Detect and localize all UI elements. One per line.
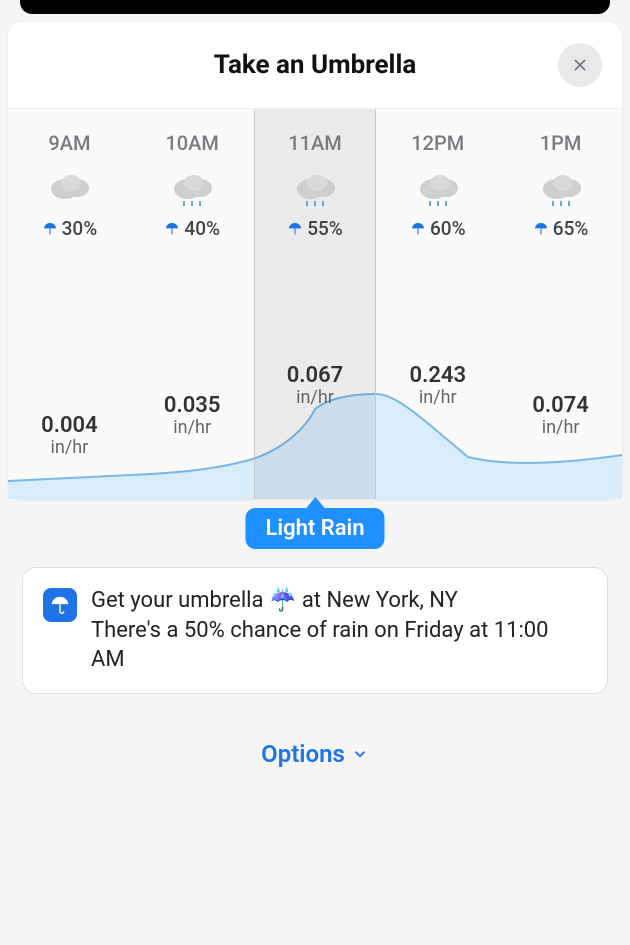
notification-preview[interactable]: Get your umbrella ☔ at New York, NY Ther… xyxy=(22,567,608,694)
precip-probability: 40% xyxy=(131,217,254,240)
cloud-rain-icon xyxy=(289,171,341,207)
notification-line1b: at New York, NY xyxy=(296,588,458,613)
close-button[interactable] xyxy=(558,43,602,87)
options-button[interactable]: Options xyxy=(0,740,630,768)
hour-column[interactable]: 1PM 65% xyxy=(499,109,622,499)
hour-label: 12PM xyxy=(376,131,499,155)
precip-probability: 65% xyxy=(499,217,622,240)
hourly-forecast[interactable]: 0.004in/hr0.035in/hr0.067in/hr0.243in/hr… xyxy=(8,109,622,499)
app-icon xyxy=(43,588,77,622)
hour-column[interactable]: 9AM 30% xyxy=(8,109,131,499)
hour-column[interactable]: 11AM 55% xyxy=(254,109,377,499)
precip-probability: 55% xyxy=(255,217,376,240)
status-bar xyxy=(20,0,610,14)
hour-label: 11AM xyxy=(255,131,376,155)
hour-column[interactable]: 12PM 60% xyxy=(376,109,499,499)
rain-badge-label: Light Rain xyxy=(245,508,384,549)
chevron-down-icon xyxy=(351,745,369,763)
close-icon xyxy=(570,55,590,75)
hour-label: 9AM xyxy=(8,131,131,155)
card-header: Take an Umbrella xyxy=(8,22,622,109)
hour-column[interactable]: 10AM 40% xyxy=(131,109,254,499)
card-title: Take an Umbrella xyxy=(214,50,417,80)
precip-probability: 60% xyxy=(376,217,499,240)
cloud-icon xyxy=(43,171,95,207)
rain-badge: Light Rain xyxy=(245,497,384,549)
cloud-rain-icon xyxy=(412,171,464,207)
precip-probability: 30% xyxy=(8,217,131,240)
notification-line2: There's a 50% chance of rain on Friday a… xyxy=(91,618,549,673)
weather-card: Take an Umbrella 0.004in/hr0.035in/hr0.0… xyxy=(8,22,622,499)
hour-label: 10AM xyxy=(131,131,254,155)
cloud-rain-icon xyxy=(166,171,218,207)
umbrella-icon xyxy=(49,594,71,616)
cloud-rain-icon xyxy=(535,171,587,207)
options-label: Options xyxy=(261,740,345,768)
notification-text: Get your umbrella ☔ at New York, NY Ther… xyxy=(91,586,587,675)
hour-label: 1PM xyxy=(499,131,622,155)
notification-line1a: Get your umbrella xyxy=(91,588,269,613)
umbrella-emoji-icon: ☔ xyxy=(269,588,296,613)
